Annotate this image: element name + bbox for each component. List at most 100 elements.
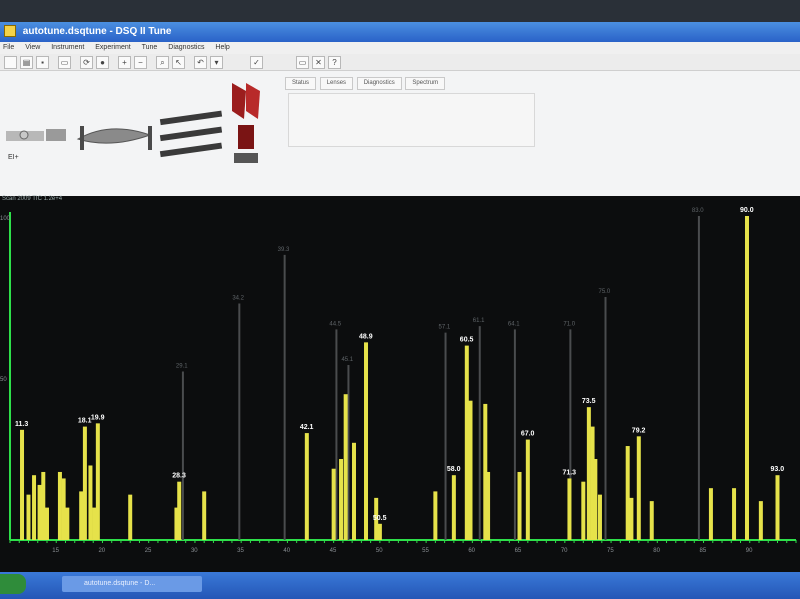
peak-label: 42.1 <box>300 424 314 431</box>
peak-label: 11.3 <box>15 421 28 428</box>
spectrum-peak <box>732 488 737 540</box>
tab-spectrum[interactable]: Spectrum <box>405 77 446 90</box>
remove-icon[interactable]: − <box>134 56 147 69</box>
spectrum-peak <box>708 488 713 540</box>
peak-label: 34.2 <box>232 295 244 301</box>
spectrum-peak <box>331 468 336 540</box>
instrument-diagram: EI+ <box>6 83 260 163</box>
peak-label: 64.1 <box>508 321 520 327</box>
spectrum-peak <box>202 491 207 540</box>
tab-status[interactable]: Status <box>285 77 317 90</box>
y-axis-max-label: 100 <box>0 216 11 222</box>
new-file-icon[interactable] <box>4 56 17 69</box>
undo-icon[interactable]: ↶ <box>194 56 207 69</box>
x-tick-label: 20 <box>98 548 105 554</box>
tune-parameter-grid <box>288 93 535 147</box>
y-axis-mid-label: 50 <box>0 377 7 383</box>
peak-label: 45.1 <box>341 357 353 363</box>
spectrum-peak <box>343 394 348 540</box>
tab-diagnostics[interactable]: Diagnostics <box>356 77 402 90</box>
stop-icon[interactable]: ● <box>96 56 109 69</box>
x-tick-label: 25 <box>145 548 152 554</box>
x-tick-label: 30 <box>191 548 198 554</box>
peak-label: 61.1 <box>473 318 485 324</box>
peak-label: 19.9 <box>91 414 105 421</box>
tab-lenses[interactable]: Lenses <box>319 77 354 90</box>
mass-spectrum-chart: 100 50 15 20 25 30 35 40 45 50 55 60 65 70 75 80 85 90 29.… <box>0 207 797 554</box>
peak-label: 57.1 <box>439 325 451 331</box>
peak-label: 48.9 <box>359 333 373 340</box>
spectrum-peak <box>92 507 97 540</box>
open-folder-icon[interactable]: ▤ <box>20 56 33 69</box>
spectrum-peak <box>464 345 469 540</box>
spectrum-peak <box>377 523 382 540</box>
x-tick-label: 65 <box>515 548 522 554</box>
spectrum-peak <box>20 429 25 540</box>
x-tick-label: 90 <box>746 548 753 554</box>
check-icon[interactable]: ✓ <box>250 56 263 69</box>
spectrum-peak <box>468 400 473 540</box>
spectrum-peak <box>339 459 344 540</box>
spectrum-peak <box>597 494 602 540</box>
refresh-icon[interactable]: ⟳ <box>80 56 93 69</box>
spectrum-peak <box>586 407 591 540</box>
screen-bezel <box>0 0 800 24</box>
spectrum-plot-area: 100 50 15 20 25 30 35 40 45 50 55 60 65 70 75 80 85 90 29.… <box>0 196 800 577</box>
spectrum-peak <box>517 471 522 540</box>
save-icon[interactable]: ▪ <box>36 56 49 69</box>
spectrum-peak <box>744 216 749 540</box>
x-tick-label: 50 <box>376 548 383 554</box>
taskbar-window-item[interactable]: autotune.dsqtune - D... <box>62 576 202 592</box>
quadrupole-rods <box>159 110 223 158</box>
peak-label: 44.5 <box>329 321 341 327</box>
peak-label: 18.1 <box>78 418 92 425</box>
spectrum-peak <box>57 471 62 540</box>
spectrum-peak <box>304 433 309 540</box>
add-icon[interactable]: + <box>118 56 131 69</box>
spectrum-peak <box>26 494 31 540</box>
menu-help[interactable]: Help <box>215 44 229 51</box>
ei-label: EI+ <box>8 154 19 161</box>
peak-label: 79.2 <box>632 427 646 434</box>
spectrum-peak <box>636 436 641 540</box>
spectrum-peak <box>775 475 780 540</box>
tools-icon[interactable]: ✕ <box>312 56 325 69</box>
print-icon[interactable]: ▭ <box>58 56 71 69</box>
x-tick-label: 60 <box>468 548 475 554</box>
dropdown-icon[interactable]: ▾ <box>210 56 223 69</box>
spectrum-peak <box>61 478 66 540</box>
x-tick-label: 45 <box>330 548 337 554</box>
pointer-icon[interactable]: ↖ <box>172 56 185 69</box>
peak-label: 73.5 <box>582 398 596 405</box>
spectrum-peak <box>128 494 133 540</box>
peak-label: 58.0 <box>447 466 461 473</box>
spectrum-peak <box>95 423 100 540</box>
start-button[interactable] <box>0 574 26 594</box>
peak-label: 71.0 <box>563 321 575 327</box>
menu-view[interactable]: View <box>25 44 40 51</box>
help-icon[interactable]: ? <box>328 56 341 69</box>
peak-label: 93.0 <box>771 466 785 473</box>
menu-bar: File View Instrument Experiment Tune Dia… <box>0 42 800 54</box>
peak-label: 90.0 <box>740 207 754 214</box>
spectrum-peak <box>79 491 84 540</box>
menu-diagnostics[interactable]: Diagnostics <box>168 44 204 51</box>
app-window: autotune.dsqtune - DSQ II Tune File View… <box>0 22 800 577</box>
spectrum-peak <box>65 507 70 540</box>
lens-stack <box>46 129 66 141</box>
x-tick-label: 40 <box>283 548 290 554</box>
spectrum-peak <box>364 342 369 540</box>
menu-tune[interactable]: Tune <box>142 44 158 51</box>
peak-label: 75.0 <box>599 289 611 295</box>
spectrum-peak <box>629 497 634 540</box>
spectrum-peak <box>37 484 42 540</box>
spectrum-peak <box>32 475 37 540</box>
zoom-icon[interactable]: ⌕ <box>156 56 169 69</box>
spectrum-peak <box>451 475 456 540</box>
menu-instrument[interactable]: Instrument <box>51 44 84 51</box>
peak-label: 67.0 <box>521 431 535 438</box>
menu-file[interactable]: File <box>3 44 14 51</box>
monitor-icon[interactable]: ▭ <box>296 56 309 69</box>
menu-experiment[interactable]: Experiment <box>95 44 130 51</box>
spectrum-peak <box>593 459 598 540</box>
